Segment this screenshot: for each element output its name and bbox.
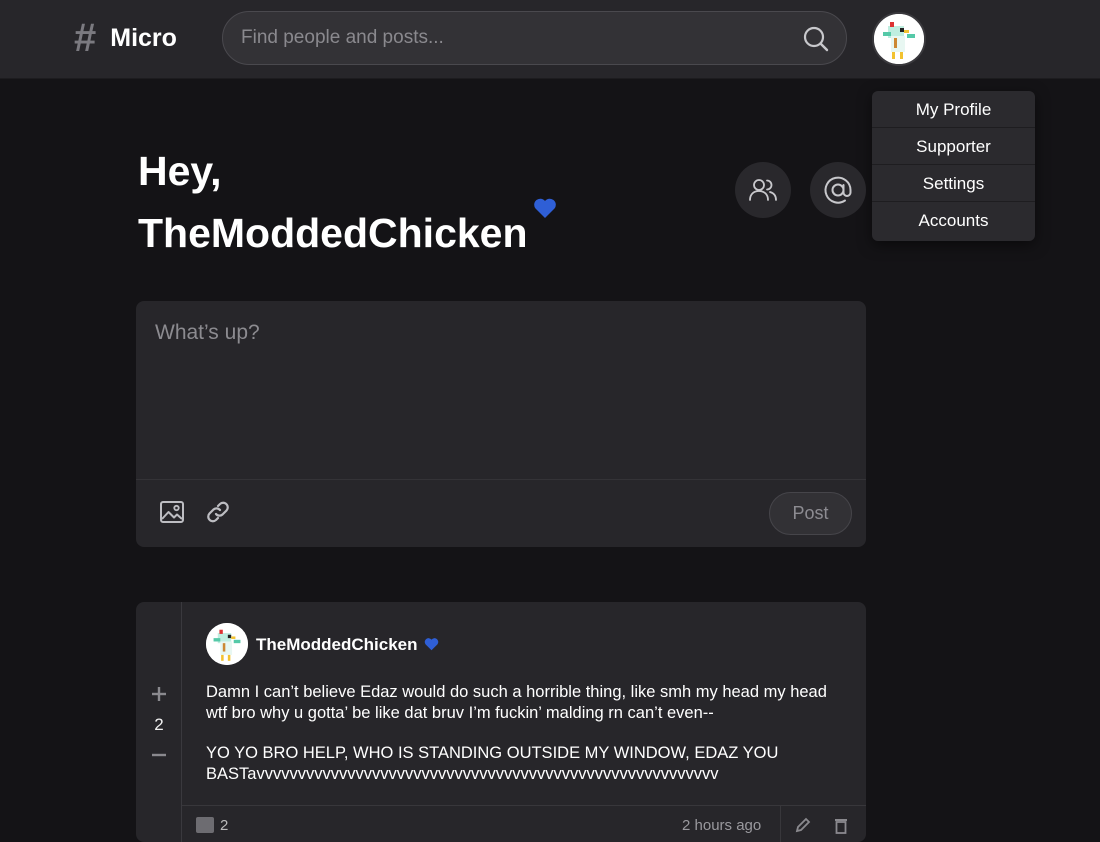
- search-input[interactable]: [241, 12, 801, 64]
- people-button[interactable]: [735, 162, 791, 218]
- supporter-heart-icon: [534, 198, 556, 218]
- composer-divider: [136, 479, 866, 480]
- post-button[interactable]: Post: [769, 492, 852, 535]
- chicken-avatar-icon: [206, 623, 248, 665]
- search-bar: [222, 11, 847, 65]
- post-author-name[interactable]: TheModdedChicken: [256, 635, 418, 655]
- menu-item-supporter[interactable]: Supporter: [872, 128, 1035, 165]
- user-dropdown-menu: My Profile Supporter Settings Accounts: [872, 91, 1035, 241]
- user-avatar-button[interactable]: [872, 12, 926, 66]
- brand-logo-icon: #: [74, 16, 97, 60]
- post-footer: 2 2 hours ago: [182, 805, 866, 842]
- mentions-button[interactable]: [810, 162, 866, 218]
- post-card: 2 TheModdedChicken Damn I can’t believe …: [136, 602, 866, 842]
- menu-item-settings[interactable]: Settings: [872, 165, 1035, 202]
- post-timestamp: 2 hours ago: [682, 817, 762, 834]
- search-icon[interactable]: [802, 25, 830, 53]
- people-icon: [749, 179, 777, 201]
- menu-item-accounts[interactable]: Accounts: [872, 202, 1035, 239]
- image-icon[interactable]: [159, 499, 185, 525]
- footer-divider: [780, 806, 781, 842]
- plus-icon[interactable]: [149, 684, 169, 704]
- top-bar: # Micro: [0, 0, 1100, 79]
- greeting: Hey, TheModdedChicken: [138, 140, 556, 264]
- post-paragraph: Damn I can’t believe Edaz would do such …: [206, 683, 827, 722]
- composer-input[interactable]: [136, 301, 866, 479]
- greeting-username: TheModdedChicken: [138, 210, 528, 256]
- vote-column: 2: [136, 602, 182, 842]
- greeting-line: Hey,: [138, 148, 222, 194]
- vote-count: 2: [154, 715, 164, 734]
- comment-icon[interactable]: [196, 817, 214, 833]
- at-icon: [824, 176, 852, 204]
- post-composer: Post: [136, 301, 866, 547]
- supporter-heart-icon: [424, 638, 439, 651]
- delete-icon[interactable]: [832, 816, 850, 834]
- chicken-avatar-icon: [874, 14, 924, 64]
- post-author-avatar[interactable]: [206, 623, 248, 665]
- minus-icon[interactable]: [149, 745, 169, 765]
- edit-icon[interactable]: [794, 816, 812, 834]
- post-body: Damn I can’t believe Edaz would do such …: [206, 682, 846, 804]
- link-icon[interactable]: [205, 499, 231, 525]
- post-paragraph: YO YO BRO HELP, WHO IS STANDING OUTSIDE …: [206, 744, 779, 783]
- brand-name: Micro: [110, 23, 177, 52]
- comment-count[interactable]: 2: [220, 817, 228, 834]
- brand[interactable]: # Micro: [74, 16, 177, 60]
- menu-item-my-profile[interactable]: My Profile: [872, 91, 1035, 128]
